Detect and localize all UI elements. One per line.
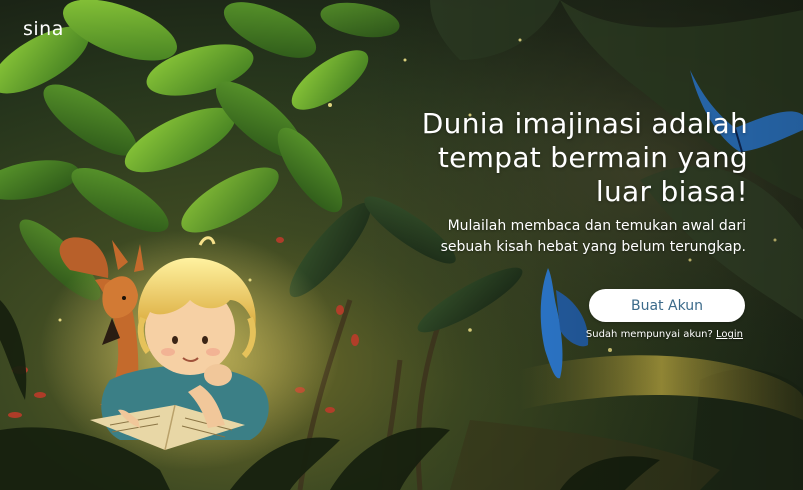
headline-line-2: tempat bermain yang [437, 141, 748, 174]
headline-line-1: Dunia imajinasi adalah [421, 107, 748, 140]
hero-subtext: Mulailah membaca dan temukan awal dari s… [386, 216, 746, 258]
subtext-line-1: Mulailah membaca dan temukan awal dari [447, 218, 746, 234]
login-prompt-row: Sudah mempunyai akun? Login [586, 329, 743, 340]
hero-headline: Dunia imajinasi adalah tempat bermain ya… [348, 107, 748, 209]
login-link[interactable]: Login [716, 329, 743, 340]
subtext-line-2: sebuah kisah hebat yang belum terungkap. [440, 239, 746, 255]
brand-logo[interactable]: sina [23, 18, 64, 40]
create-account-button[interactable]: Buat Akun [589, 289, 745, 322]
login-prompt-text: Sudah mempunyai akun? [585, 329, 713, 340]
landing-page: sina Dunia imajinasi adalah tempat berma… [0, 0, 803, 490]
headline-line-3: luar biasa! [595, 175, 748, 208]
